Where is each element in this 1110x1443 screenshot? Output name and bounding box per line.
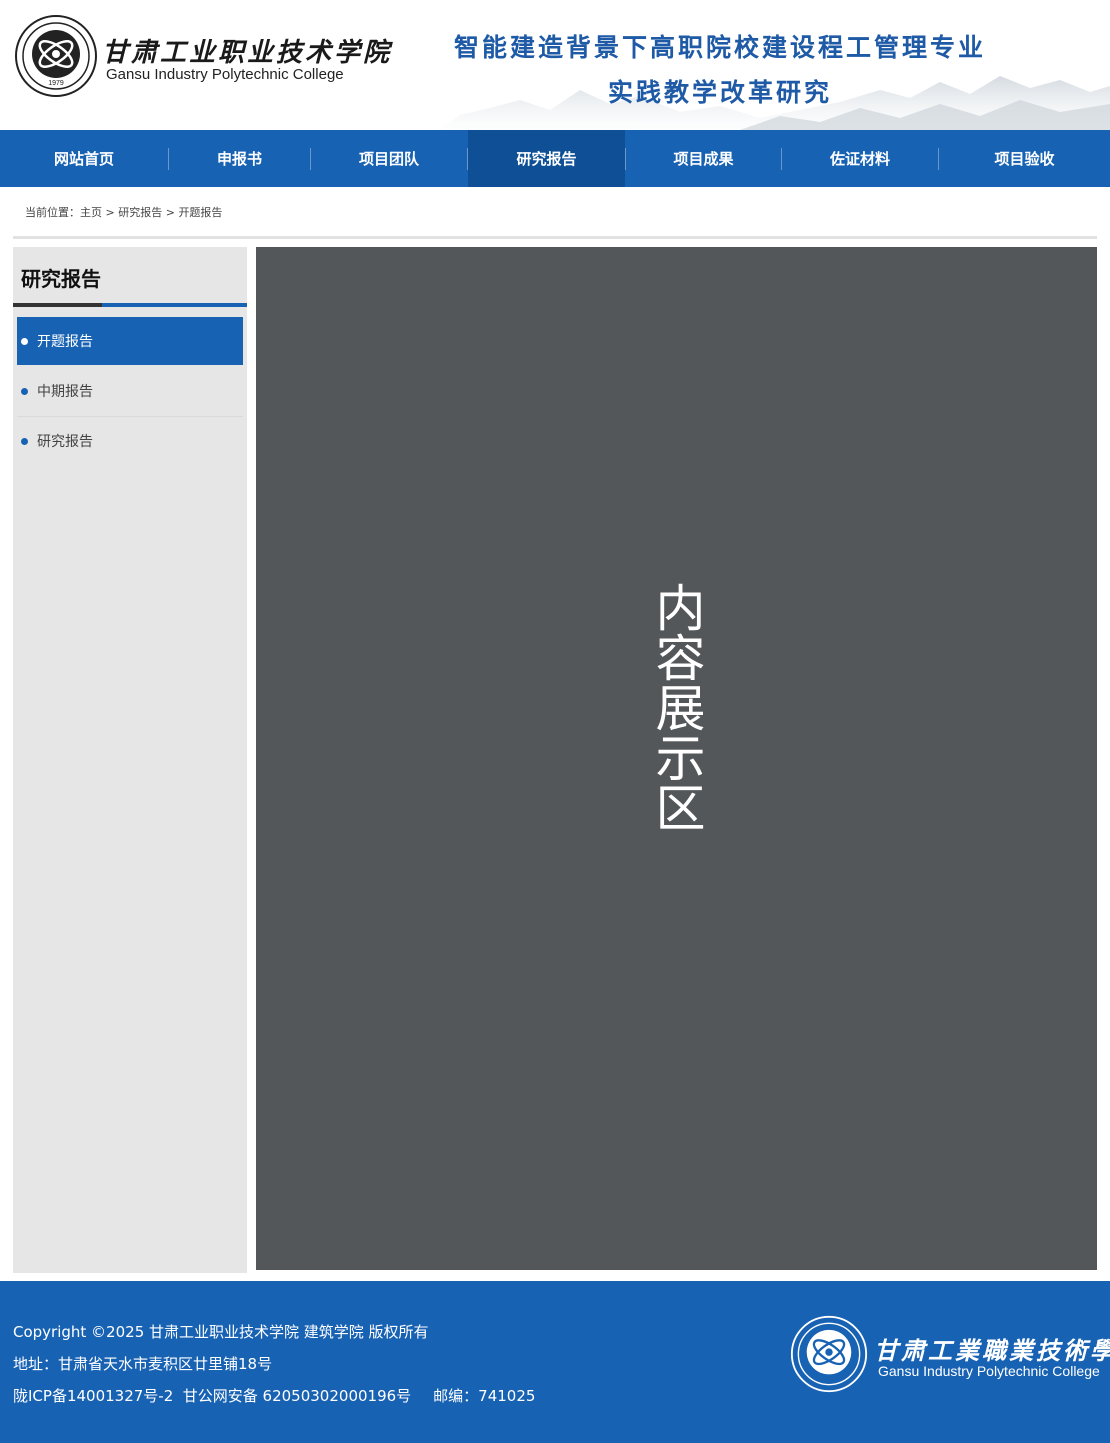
content-area: 内容展示区 [256,247,1097,1270]
site-title-line1: 智能建造背景下高职院校建设程工管理专业 [453,33,986,62]
breadcrumb-separator: > [162,206,179,219]
content-placeholder-label: 内容展示区 [256,582,1097,832]
footer-postcode: 邮编：741025 [433,1387,536,1405]
breadcrumb-home-link[interactable]: 主页 [80,206,102,219]
breadcrumb-research-link[interactable]: 研究报告 [118,206,162,219]
nav-item-home[interactable]: 网站首页 [0,130,168,187]
svg-text:1979: 1979 [48,80,64,87]
footer-copyright: Copyright ©2025 甘肃工业职业技术学院 建筑学院 版权所有 [13,1323,429,1341]
sidebar-item-opening-report[interactable]: 开题报告 [17,317,243,365]
footer-icp[interactable]: 陇ICP备14001327号-2 甘公网安备 62050302000196号 [13,1387,411,1405]
nav-item-research-report[interactable]: 研究报告 [468,130,625,187]
nav-item-application[interactable]: 申报书 [169,130,310,187]
college-name-cn: 甘肃工业职业技术学院 [102,38,393,68]
bullet-icon [21,437,28,445]
footer-college-name-en: Gansu Industry Polytechnic College [878,1363,1100,1379]
footer-college-name-cn: 甘肃工業職業技術學院 [874,1336,1110,1365]
site-footer: Copyright ©2025 甘肃工业职业技术学院 建筑学院 版权所有 地址：… [0,1281,1110,1443]
breadcrumb: 当前位置：主页 > 研究报告 > 开题报告 [25,204,222,220]
nav-item-acceptance[interactable]: 项目验收 [939,130,1110,187]
college-name-en: Gansu Industry Polytechnic College [106,66,344,83]
sidebar-item-label: 中期报告 [37,384,93,400]
breadcrumb-prefix: 当前位置： [25,206,80,219]
sidebar-item-label: 开题报告 [37,334,93,350]
nav-item-results[interactable]: 项目成果 [626,130,781,187]
sidebar-title-rule-accent [102,303,247,307]
footer-college-logo: 甘肃工業職業技術學院 Gansu Industry Polytechnic Co… [790,1315,1110,1395]
main-nav: 网站首页 申报书 项目团队 研究报告 项目成果 佐证材料 项目验收 [0,130,1110,187]
footer-address: 地址：甘肃省天水市麦积区廿里铺18号 [13,1355,273,1373]
sidebar-item-label: 研究报告 [37,434,93,450]
sidebar-title-rule [13,303,102,307]
bullet-icon [21,387,28,395]
breadcrumb-divider [13,236,1097,239]
breadcrumb-current: 开题报告 [178,206,223,219]
sidebar-item-midterm-report[interactable]: 中期报告 [17,367,243,415]
nav-item-evidence[interactable]: 佐证材料 [782,130,938,187]
footer-registration: 陇ICP备14001327号-2 甘公网安备 62050302000196号 邮编… [13,1385,535,1406]
content-placeholder-text: 内容展示区 [647,582,706,832]
breadcrumb-separator: > [102,206,119,219]
nav-item-team[interactable]: 项目团队 [311,130,467,187]
site-header: 1979 甘肃工业职业技术学院 Gansu Industry Polytechn… [0,0,1110,130]
bullet-icon [21,337,28,345]
sidebar-item-research-report[interactable]: 研究报告 [17,417,243,465]
college-emblem-icon: 1979 [15,15,97,97]
sidebar: 研究报告 开题报告 中期报告 研究报告 [13,247,247,1273]
site-title-line2: 实践教学改革研究 [607,78,832,107]
sidebar-title: 研究报告 [21,267,101,291]
college-emblem-icon [790,1315,868,1393]
college-logo[interactable]: 1979 甘肃工业职业技术学院 Gansu Industry Polytechn… [14,14,389,98]
